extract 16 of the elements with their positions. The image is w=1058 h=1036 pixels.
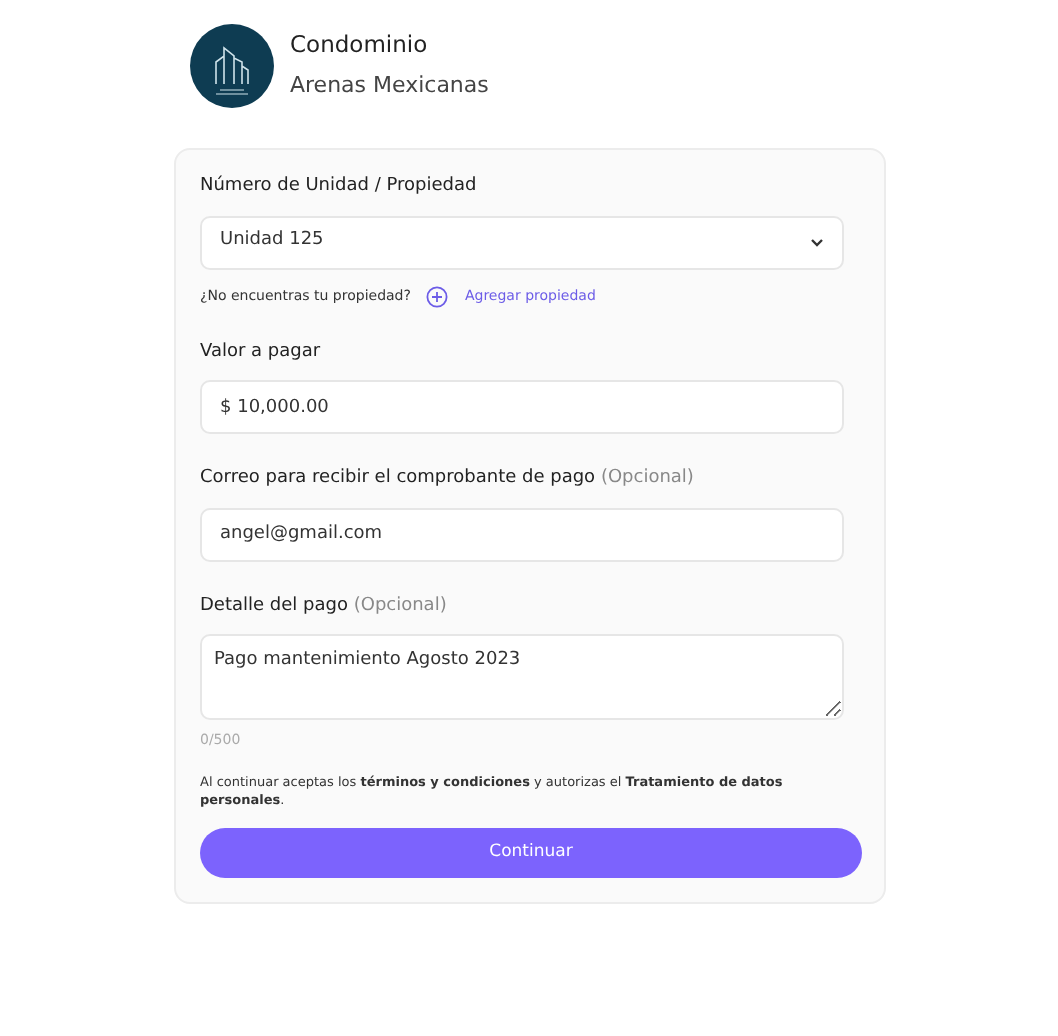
field-label: Valor a pagar <box>200 339 323 365</box>
input-field[interactable]: angel@gmail.com <box>200 507 844 561</box>
logo-icon <box>190 24 274 108</box>
optional-label: (Opcional) <box>600 468 694 488</box>
unit-select[interactable]: Unidad 125 <box>200 215 844 269</box>
header-subtitle: Arenas Mexicanas <box>290 70 489 103</box>
input-field[interactable]: $ 10,000.00 <box>200 380 844 434</box>
textarea-field[interactable]: Pago mantenimiento Agosto 2023 <box>200 634 844 720</box>
optional-label: (Opcional) <box>353 595 447 615</box>
add-circle-icon[interactable] <box>426 285 449 307</box>
field-label: Detalle del pago <box>200 595 348 615</box>
field-label: Número de Unidad / Propiedad <box>200 174 479 200</box>
chevron-down-icon <box>810 237 824 247</box>
field-label: Correo para recibir el comprobante de pago <box>200 468 596 488</box>
header-title: Condominio <box>290 28 430 63</box>
continue-button[interactable]: Continuar <box>200 828 862 878</box>
